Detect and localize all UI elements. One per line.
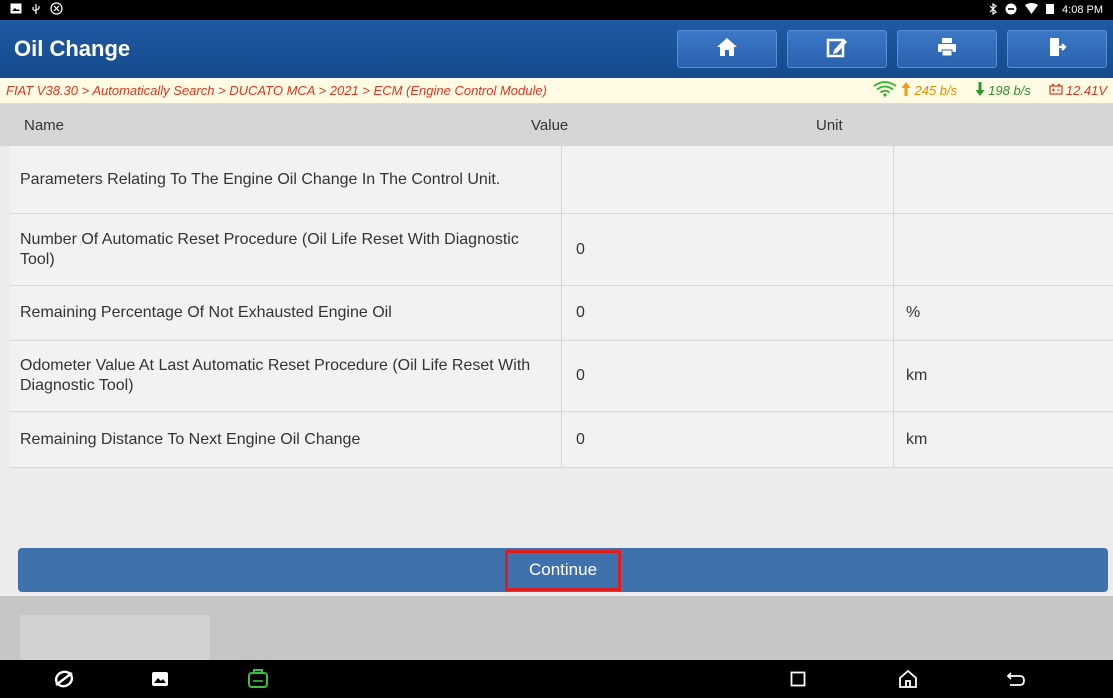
dnd-icon	[1005, 3, 1017, 18]
cell-unit: km	[906, 430, 928, 448]
cell-unit	[894, 214, 1113, 285]
vci-shortcut-icon[interactable]	[246, 668, 270, 690]
table-header: Name Value Unit	[0, 104, 1113, 146]
cell-name: Remaining Percentage Of Not Exhausted En…	[10, 286, 562, 340]
breadcrumb-bar: FIAT V38.30 > Automatically Search > DUC…	[0, 78, 1113, 104]
table-row: Parameters Relating To The Engine Oil Ch…	[10, 146, 1113, 214]
home-nav-icon[interactable]	[896, 668, 920, 690]
column-header-name: Name	[24, 116, 65, 134]
wifi-status-icon	[1025, 3, 1039, 17]
back-icon[interactable]	[1004, 668, 1028, 690]
cell-unit: km	[906, 367, 928, 384]
footer-tile	[20, 615, 210, 660]
recent-apps-icon[interactable]	[786, 668, 810, 690]
home-button[interactable]	[677, 30, 777, 68]
continue-button[interactable]: Continue	[505, 549, 621, 591]
table-row: Remaining Percentage Of Not Exhausted En…	[10, 286, 1113, 341]
system-status-bar: 4:08 PM	[0, 0, 1113, 20]
download-arrow-icon	[975, 81, 985, 100]
data-table: Parameters Relating To The Engine Oil Ch…	[10, 146, 1113, 468]
vci-notification-icon	[50, 2, 63, 18]
edit-icon	[826, 36, 848, 63]
usb-notification-icon	[30, 3, 42, 18]
table-row: Odometer Value At Last Automatic Reset P…	[10, 341, 1113, 412]
print-button[interactable]	[897, 30, 997, 68]
cell-name: Odometer Value At Last Automatic Reset P…	[10, 341, 562, 411]
gallery-shortcut-icon[interactable]	[148, 668, 172, 690]
download-rate-value: 198 b/s	[988, 83, 1031, 98]
cell-value: 0	[562, 412, 894, 467]
exit-icon	[1046, 36, 1068, 63]
cell-unit	[894, 146, 1113, 213]
voltage-value: 12.41V	[1065, 83, 1107, 98]
home-icon	[716, 36, 738, 63]
cell-name: Parameters Relating To The Engine Oil Ch…	[10, 146, 562, 213]
action-bar: Continue	[18, 548, 1108, 592]
battery-status-icon	[1046, 3, 1055, 17]
column-header-unit: Unit	[816, 116, 843, 134]
system-nav-bar	[0, 660, 1113, 698]
cell-value	[562, 146, 894, 213]
page-title: Oil Change	[14, 36, 131, 61]
browser-shortcut-icon[interactable]	[52, 668, 76, 690]
footer-area	[0, 596, 1113, 660]
cell-unit: %	[906, 304, 921, 321]
gallery-notification-icon	[10, 3, 22, 17]
upload-rate: 245 b/s	[872, 81, 957, 100]
cell-value: 0	[562, 214, 894, 285]
app-header: Oil Change	[0, 20, 1113, 78]
column-header-value: Value	[531, 116, 569, 134]
bluetooth-icon	[989, 2, 997, 18]
cell-value: 0	[562, 286, 894, 340]
battery-voltage: 12.41V	[1049, 83, 1107, 98]
upload-rate-value: 245 b/s	[914, 83, 958, 98]
cell-value: 0	[562, 341, 894, 411]
download-rate: 198 b/s	[975, 81, 1031, 100]
car-battery-icon	[1049, 83, 1063, 98]
upload-arrow-icon	[901, 81, 911, 100]
cell-name: Remaining Distance To Next Engine Oil Ch…	[10, 412, 562, 467]
exit-button[interactable]	[1007, 30, 1107, 68]
edit-report-button[interactable]	[787, 30, 887, 68]
table-row: Number Of Automatic Reset Procedure (Oil…	[10, 214, 1113, 286]
breadcrumb: FIAT V38.30 > Automatically Search > DUC…	[6, 83, 547, 98]
wifi-icon	[872, 81, 898, 100]
cell-name: Number Of Automatic Reset Procedure (Oil…	[10, 214, 562, 285]
table-row: Remaining Distance To Next Engine Oil Ch…	[10, 412, 1113, 468]
clock: 4:08 PM	[1062, 3, 1103, 16]
print-icon	[936, 36, 958, 63]
